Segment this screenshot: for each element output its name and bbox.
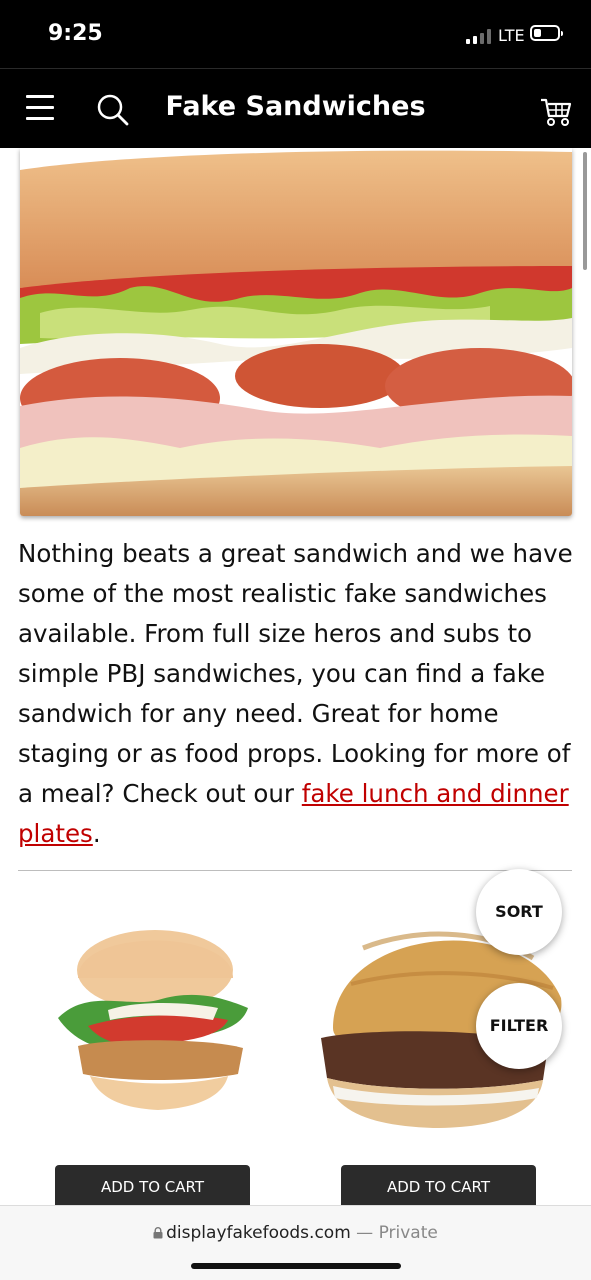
separator-text: — [350,1223,379,1243]
signal-icon [466,28,494,44]
network-label: LTE [498,26,525,45]
url-line[interactable]: displayfakefoods.com — Private [0,1223,591,1243]
hero-sandwich-image [20,148,572,516]
filter-button[interactable]: FILTER [476,983,562,1069]
status-time: 9:25 [48,21,103,46]
domain-text: displayfakefoods.com [166,1223,351,1243]
intro-trailing: . [92,819,101,848]
scrollbar[interactable] [583,152,587,270]
browser-address-bar[interactable]: displayfakefoods.com — Private [0,1205,591,1280]
intro-text: Nothing beats a great sandwich and we ha… [18,539,573,808]
lock-icon [153,1224,163,1239]
site-header: Fake Sandwiches [0,68,591,148]
private-mode-label: Private [378,1223,438,1243]
intro-paragraph: Nothing beats a great sandwich and we ha… [18,534,573,854]
status-bar: 9:25 LTE [0,0,591,68]
page-title: Fake Sandwiches [165,91,426,122]
divider [18,870,572,871]
cart-icon[interactable] [539,96,573,128]
product-image-chicken-sandwich[interactable] [18,888,288,1158]
home-indicator[interactable] [191,1263,401,1269]
sort-button[interactable]: SORT [476,869,562,955]
battery-icon [530,25,563,41]
